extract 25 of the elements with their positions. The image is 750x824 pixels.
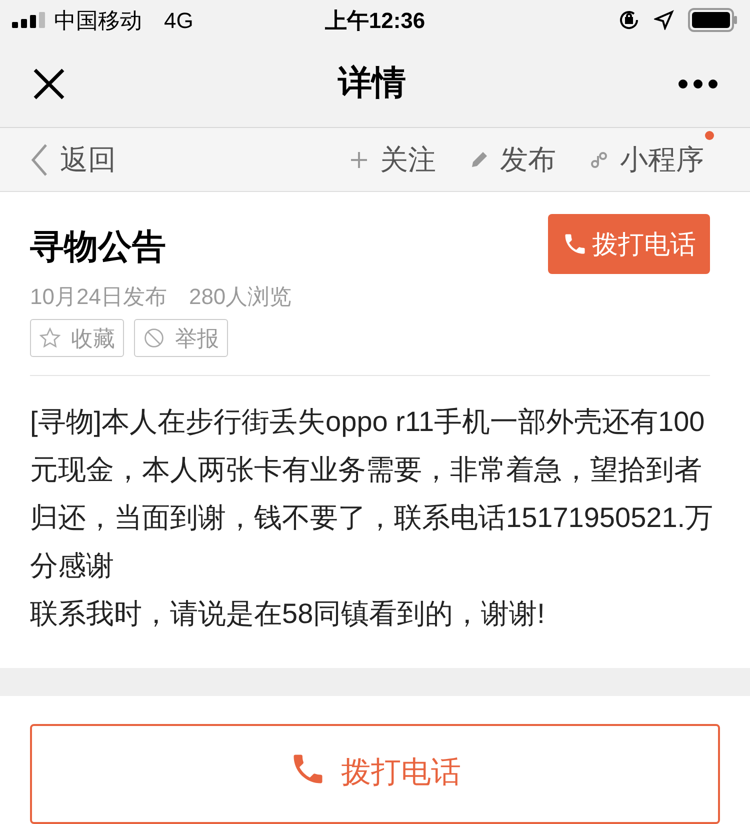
pencil-icon bbox=[470, 150, 488, 168]
toolbar-button[interactable]: 发布 bbox=[470, 128, 566, 190]
back-button[interactable]: 返回 bbox=[30, 138, 116, 180]
page-title: 详情 bbox=[336, 63, 407, 104]
post-date: 10月24日发布 bbox=[30, 283, 167, 311]
chevron-left-icon bbox=[30, 142, 48, 176]
post-paragraph: 联系我时，请说是在58同镇看到的，谢谢! bbox=[30, 597, 546, 631]
plus-icon bbox=[350, 150, 368, 168]
location-arrow-icon bbox=[654, 10, 674, 30]
rotation-lock-icon bbox=[618, 9, 640, 31]
carrier-name: 中国移动 bbox=[54, 6, 142, 34]
star-icon bbox=[39, 327, 61, 349]
toolbar-button[interactable]: 小程序 bbox=[590, 128, 714, 190]
link-icon bbox=[590, 150, 608, 168]
post-title: 寻物公告 bbox=[30, 227, 166, 268]
prohibited-icon bbox=[143, 327, 165, 349]
battery-icon bbox=[688, 8, 738, 32]
close-icon[interactable] bbox=[32, 66, 66, 100]
view-count: 280人浏览 bbox=[188, 283, 292, 311]
post-paragraph: [寻物]本人在步行街丢失oppo r11手机一部外壳还有100元现金，本人两张卡有业务需要，非常着急，望拾到者归还，当面到谢，钱不要了，联系电话15171950521.万分感谢 bbox=[30, 405, 714, 583]
more-icon[interactable] bbox=[678, 78, 718, 88]
toolbar-button[interactable]: 关注 bbox=[350, 128, 446, 190]
clock-time: 上午12:36 bbox=[324, 6, 426, 34]
network-type: 4G bbox=[164, 6, 194, 34]
signal-icon bbox=[12, 12, 46, 28]
